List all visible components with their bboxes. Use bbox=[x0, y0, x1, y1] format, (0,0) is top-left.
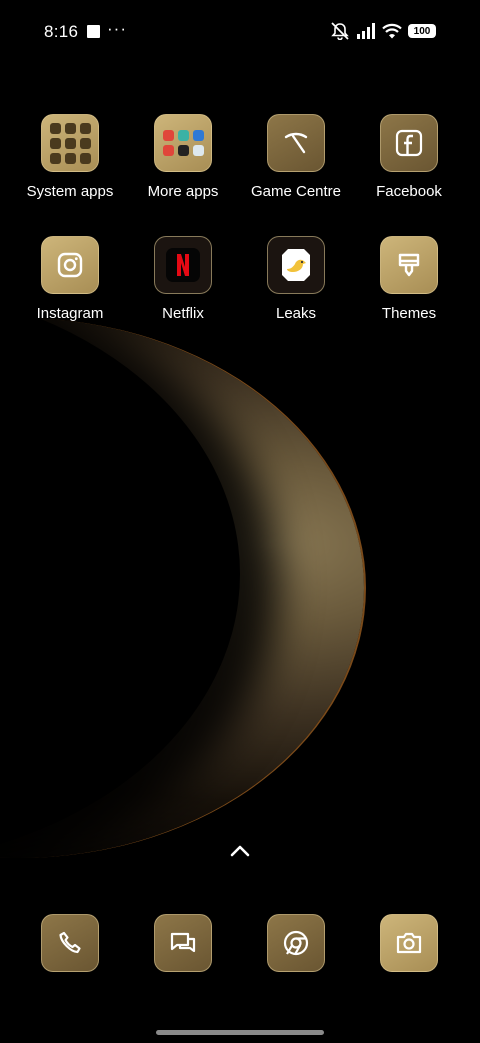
app-netflix[interactable]: Netflix bbox=[128, 236, 238, 322]
mini-app-icon bbox=[162, 145, 174, 156]
chrome-icon[interactable] bbox=[267, 914, 325, 972]
signal-icon bbox=[357, 23, 375, 39]
screenshot-indicator-icon bbox=[87, 25, 100, 38]
app-label: Netflix bbox=[162, 305, 204, 322]
facebook-icon[interactable] bbox=[380, 114, 438, 172]
app-label: System apps bbox=[26, 183, 114, 200]
home-gesture-bar[interactable] bbox=[156, 1030, 324, 1035]
folder-icon[interactable] bbox=[41, 114, 99, 172]
mini-app-icon bbox=[162, 130, 174, 141]
folder-icon[interactable] bbox=[154, 114, 212, 172]
app-more-apps[interactable]: More apps bbox=[128, 114, 238, 200]
mute-icon bbox=[331, 22, 349, 40]
battery-icon: 100 bbox=[408, 24, 436, 38]
status-bar: 8:16 ··· 100 bbox=[0, 0, 480, 64]
wifi-icon bbox=[382, 23, 402, 39]
themes-brush-icon[interactable] bbox=[380, 236, 438, 294]
mini-app-icon bbox=[192, 145, 204, 156]
app-facebook[interactable]: Facebook bbox=[354, 114, 464, 200]
app-instagram[interactable]: Instagram bbox=[15, 236, 125, 322]
mini-app-icon bbox=[177, 145, 189, 156]
app-system-apps[interactable]: System apps bbox=[15, 114, 125, 200]
app-leaks[interactable]: Leaks bbox=[241, 236, 351, 322]
app-label: Instagram bbox=[36, 305, 104, 322]
app-game-centre[interactable]: Game Centre bbox=[241, 114, 351, 200]
app-label: More apps bbox=[147, 183, 219, 200]
chevron-up-icon[interactable] bbox=[228, 842, 252, 860]
status-icons: 100 bbox=[330, 22, 436, 40]
app-label: Leaks bbox=[275, 305, 317, 322]
netflix-icon[interactable] bbox=[154, 236, 212, 294]
status-time: 8:16 bbox=[44, 22, 79, 41]
instagram-icon[interactable] bbox=[41, 236, 99, 294]
mini-app-icon bbox=[192, 130, 204, 141]
leaks-bird-icon[interactable] bbox=[267, 236, 325, 294]
app-themes[interactable]: Themes bbox=[354, 236, 464, 322]
app-label: Facebook bbox=[376, 183, 442, 200]
messages-icon[interactable] bbox=[154, 914, 212, 972]
phone-icon[interactable] bbox=[41, 914, 99, 972]
more-notifications-icon: ··· bbox=[107, 19, 127, 38]
game-centre-icon[interactable] bbox=[267, 114, 325, 172]
app-label: Game Centre bbox=[250, 183, 342, 200]
app-label: Themes bbox=[381, 305, 437, 322]
camera-icon[interactable] bbox=[380, 914, 438, 972]
mini-app-icon bbox=[177, 130, 189, 141]
